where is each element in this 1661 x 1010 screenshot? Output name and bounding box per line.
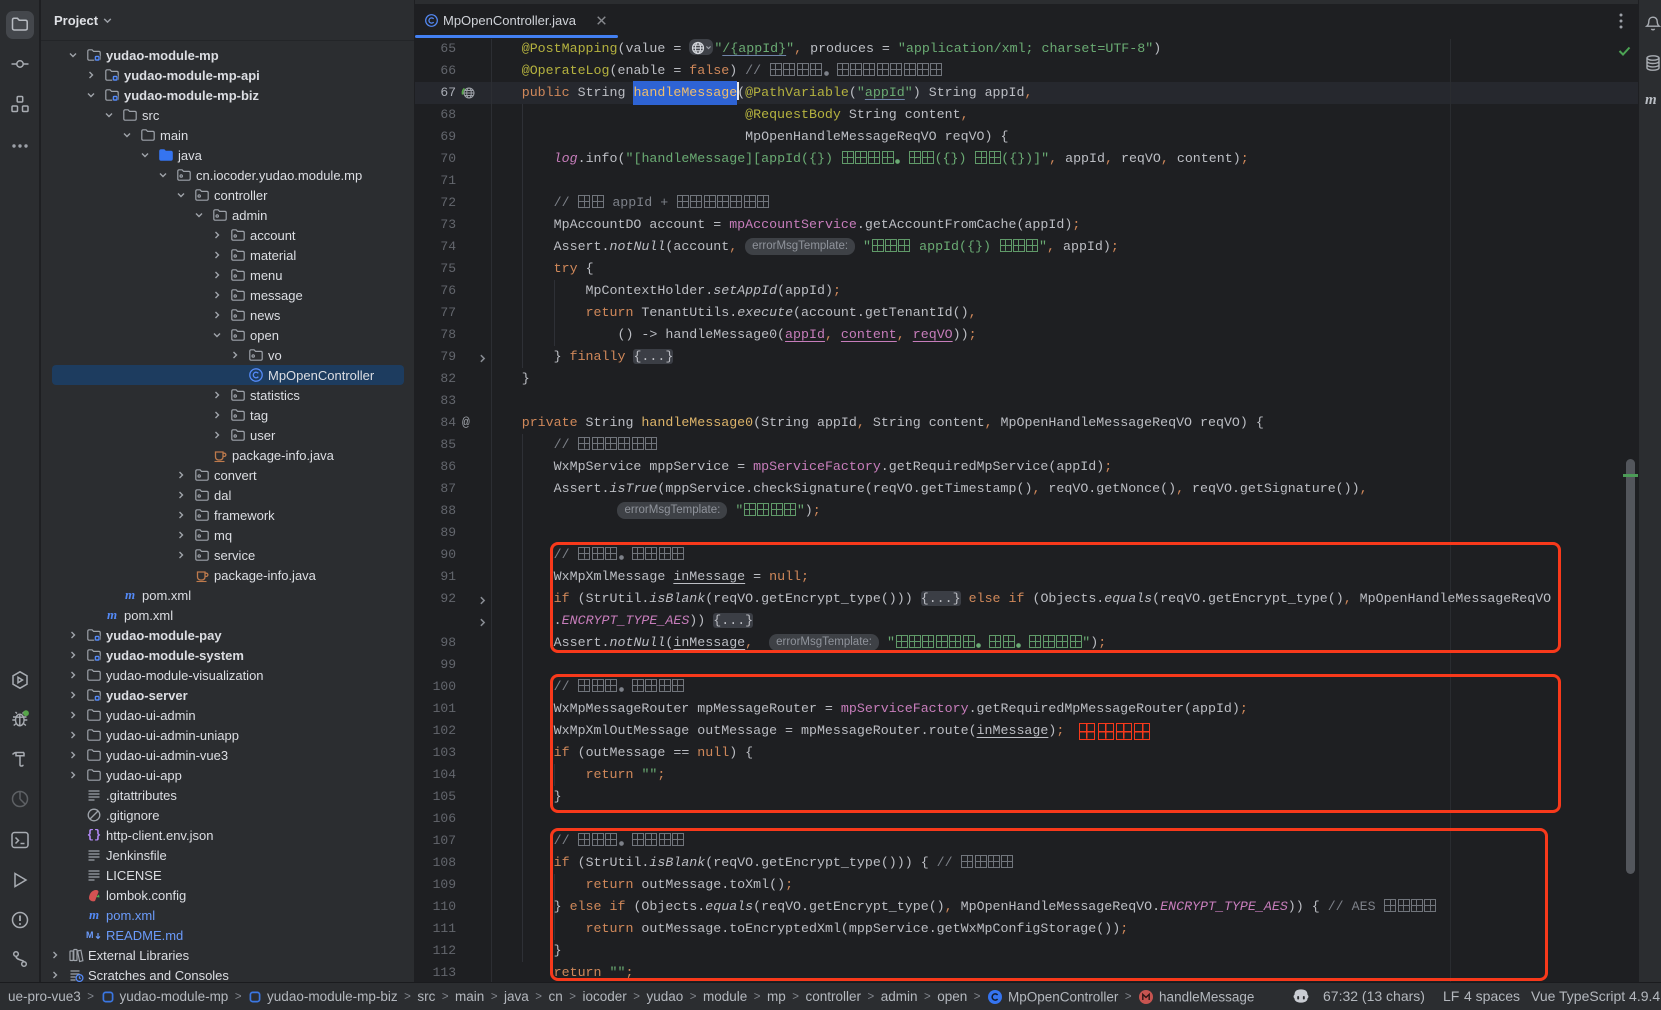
svg-text:M: M: [86, 930, 94, 940]
